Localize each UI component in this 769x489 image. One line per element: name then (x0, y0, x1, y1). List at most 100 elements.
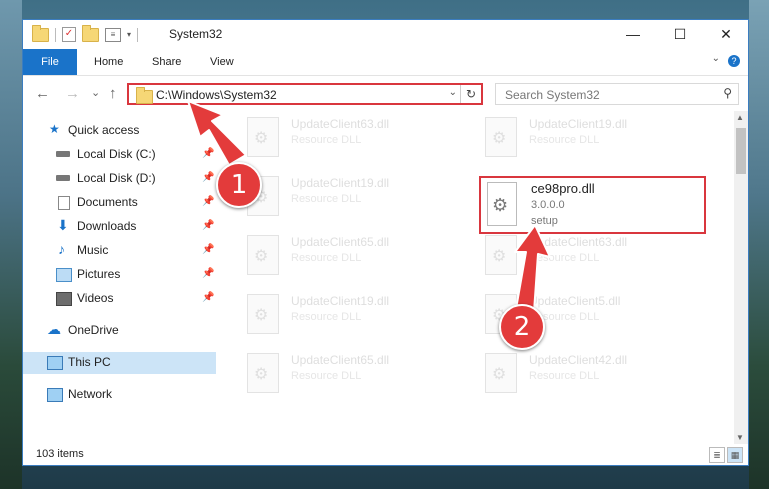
file-tile[interactable]: UpdateClient63.dll Resource DLL (457, 229, 677, 279)
file-type: Resource DLL (291, 311, 362, 323)
step-marker-two: 2 (499, 304, 545, 350)
file-name: UpdateClient19.dll (291, 294, 390, 308)
file-tile[interactable]: UpdateClient19.dll Resource DLL (219, 288, 439, 338)
close-button[interactable]: ✕ (703, 20, 749, 49)
file-tile[interactable]: UpdateClient65.dll Resource DLL (219, 229, 439, 279)
sidebar-item-downloads[interactable]: ⬇ Downloads 📌 (23, 216, 216, 238)
pin-icon[interactable]: 📌 (202, 172, 214, 183)
file-tile[interactable]: UpdateClient5.dll Resource DLL (457, 288, 677, 338)
scroll-up-icon[interactable]: ▲ (736, 113, 744, 122)
file-name: UpdateClient63.dll (529, 235, 628, 249)
sidebar-item-label: Quick access (68, 123, 140, 137)
minimize-button[interactable]: — (610, 20, 656, 49)
file-name: UpdateClient5.dll (529, 294, 621, 308)
sidebar-item-videos[interactable]: Videos 📌 (23, 288, 216, 310)
dll-file-icon (485, 235, 517, 275)
file-type: Resource DLL (529, 134, 600, 146)
tab-file[interactable]: File (23, 49, 77, 75)
file-tile-ce98pro[interactable]: ce98pro.dll 3.0.0.0 setup (479, 176, 706, 234)
properties-check-icon[interactable]: ✓ (62, 27, 76, 42)
star-icon: ★ (49, 122, 60, 136)
dll-file-icon (247, 117, 279, 157)
sidebar-item-onedrive[interactable]: ☁ OneDrive (23, 320, 216, 342)
document-icon (58, 196, 70, 210)
file-name: ce98pro.dll (531, 181, 595, 196)
download-icon: ⬇ (57, 217, 69, 233)
step-marker-one: 1 (216, 162, 262, 208)
pin-icon[interactable]: 📌 (202, 196, 214, 207)
toolbar-divider (55, 27, 56, 42)
pin-icon[interactable]: 📌 (202, 244, 214, 255)
dll-file-icon (487, 182, 517, 226)
window-title: System32 (169, 27, 223, 41)
cloud-icon: ☁ (47, 321, 61, 337)
file-type: Resource DLL (291, 193, 362, 205)
picture-icon (56, 268, 72, 282)
help-icon[interactable]: ? (728, 55, 740, 67)
tab-home[interactable]: Home (94, 49, 123, 75)
sidebar-item-documents[interactable]: Documents 📌 (23, 192, 216, 214)
dll-file-icon (247, 353, 279, 393)
back-button[interactable]: ← (35, 85, 50, 102)
desktop-background-left (0, 0, 22, 489)
quick-access-toolbar: ✓ ≡ ▾ (32, 24, 139, 42)
sidebar-item-local-disk-d[interactable]: Local Disk (D:) 📌 (23, 168, 216, 190)
folder-icon (32, 24, 49, 42)
vertical-scrollbar[interactable]: ▲ ▼ (734, 111, 748, 444)
sidebar-item-label: Pictures (77, 267, 121, 281)
pin-icon[interactable]: 📌 (202, 148, 214, 159)
ribbon-expand-icon[interactable]: ⌄ (712, 53, 720, 64)
file-tile[interactable]: UpdateClient63.dll Resource DLL (219, 111, 439, 161)
sidebar-item-label: Videos (77, 291, 114, 305)
details-view-icon[interactable]: ≣ (709, 447, 725, 463)
customize-icon[interactable]: ≡ (105, 27, 121, 42)
file-type: Resource DLL (529, 370, 600, 382)
sidebar-item-pictures[interactable]: Pictures 📌 (23, 264, 216, 286)
sidebar-item-label: Network (68, 387, 113, 401)
sidebar-item-this-pc[interactable]: This PC (23, 352, 216, 374)
address-path[interactable]: C:\Windows\System32 (156, 88, 277, 102)
tab-share[interactable]: Share (152, 49, 181, 75)
customize-dropdown-icon[interactable]: ▾ (127, 30, 131, 39)
pin-icon[interactable]: 📌 (202, 292, 214, 303)
file-tile[interactable]: UpdateClient42.dll Resource DLL (457, 347, 677, 397)
sidebar-item-quick-access[interactable]: ★ Quick access (23, 120, 216, 142)
forward-button[interactable]: → (65, 85, 80, 102)
sidebar-item-network[interactable]: Network (23, 384, 216, 406)
refresh-icon[interactable]: ↻ (460, 85, 481, 103)
scroll-down-icon[interactable]: ▼ (736, 433, 744, 442)
item-count: 103 items (36, 448, 84, 460)
pin-icon[interactable]: 📌 (202, 268, 214, 279)
file-list: UpdateClient63.dll Resource DLL UpdateCl… (219, 111, 733, 441)
pin-icon[interactable]: 📌 (202, 220, 214, 231)
up-button[interactable]: ↑ (109, 85, 117, 102)
search-input[interactable]: Search System32 ⚲ (495, 83, 739, 105)
maximize-button[interactable]: ☐ (657, 20, 703, 49)
file-tile[interactable]: UpdateClient65.dll Resource DLL (219, 347, 439, 397)
tiles-view-icon[interactable]: ▦ (727, 447, 743, 463)
network-icon (47, 388, 63, 402)
search-icon[interactable]: ⚲ (723, 86, 732, 100)
file-name: UpdateClient65.dll (291, 235, 390, 249)
address-bar[interactable]: C:\Windows\System32 ⌄ ↻ (127, 83, 483, 105)
new-folder-icon[interactable] (82, 24, 99, 42)
ribbon-tabs: File Home Share View ⌄ ? (23, 49, 748, 76)
navigation-pane: ★ Quick access Local Disk (C:) 📌 Local D… (23, 111, 216, 441)
sidebar-item-music[interactable]: ♪ Music 📌 (23, 240, 216, 262)
navigation-bar: ← → ⌄ ↑ C:\Windows\System32 ⌄ ↻ Search S… (23, 76, 748, 112)
sidebar-item-label: Documents (77, 195, 138, 209)
tab-view[interactable]: View (210, 49, 234, 75)
recent-locations-button[interactable]: ⌄ (91, 86, 100, 99)
sidebar-item-local-disk-c[interactable]: Local Disk (C:) 📌 (23, 144, 216, 166)
sidebar-item-label: Local Disk (C:) (77, 147, 156, 161)
chevron-down-icon[interactable]: ⌄ (449, 87, 457, 98)
sidebar-item-label: Music (77, 243, 109, 257)
scrollbar-thumb[interactable] (736, 128, 746, 174)
dll-file-icon (247, 294, 279, 334)
file-tile[interactable]: UpdateClient19.dll Resource DLL (457, 111, 677, 161)
file-name: UpdateClient19.dll (291, 176, 390, 190)
file-name: UpdateClient65.dll (291, 353, 390, 367)
file-type: Resource DLL (291, 370, 362, 382)
sidebar-item-label: OneDrive (68, 323, 119, 337)
video-icon (56, 292, 72, 306)
